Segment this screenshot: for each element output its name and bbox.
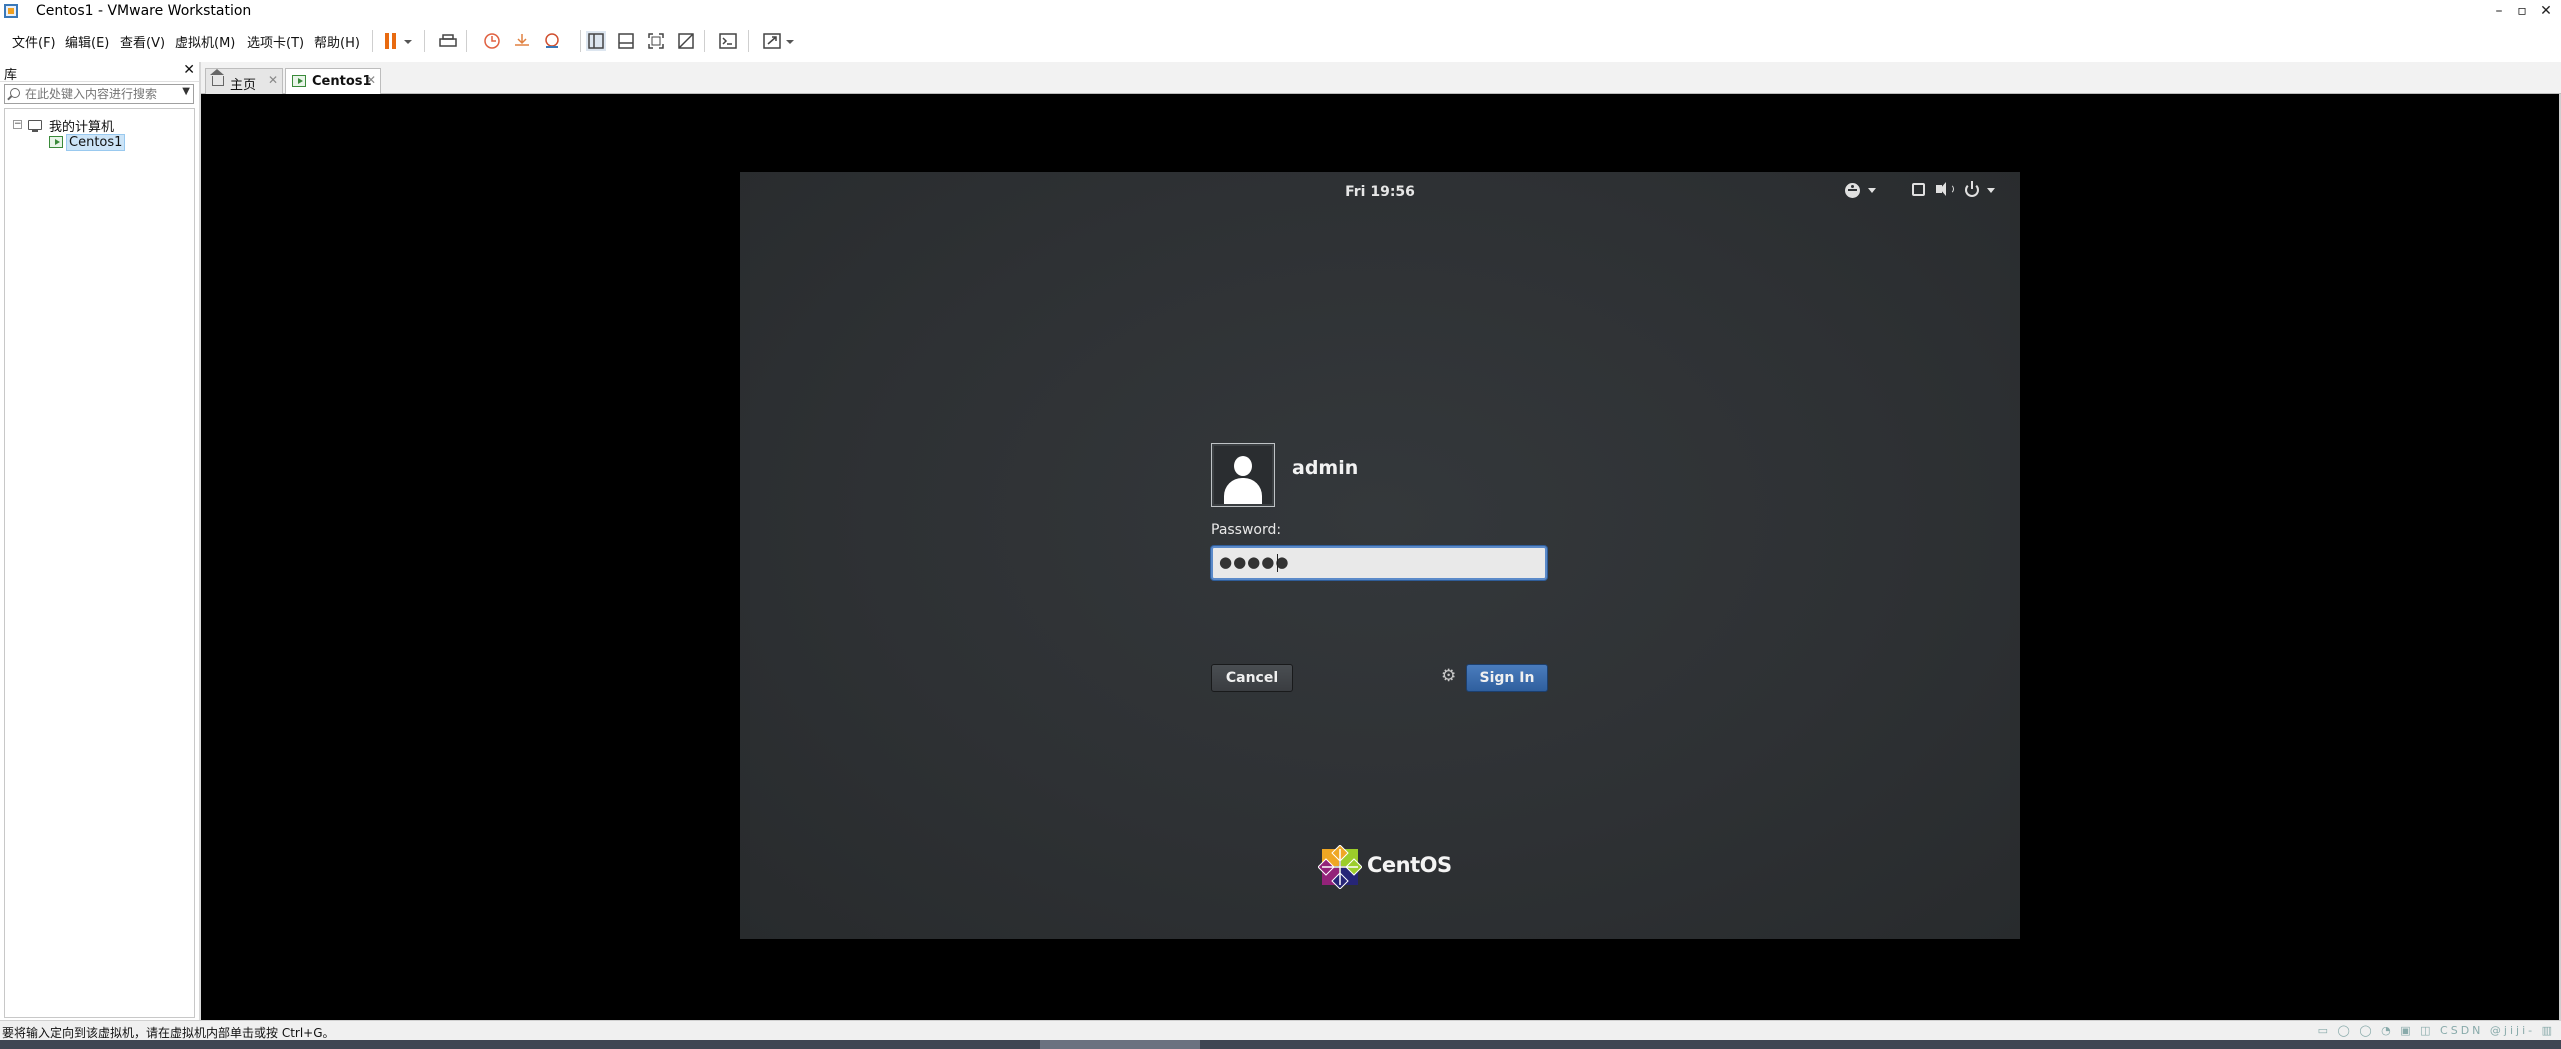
vmware-logo-icon: [4, 4, 18, 18]
taskbar-active-item[interactable]: [1040, 1040, 1200, 1049]
library-tree: − 我的计算机 Centos1: [4, 108, 195, 1018]
fullscreen-icon[interactable]: [646, 31, 666, 51]
avatar-frame: [1214, 446, 1272, 504]
send-ctrl-alt-del-icon[interactable]: [438, 31, 458, 51]
volume-icon[interactable]: [1936, 182, 1946, 196]
power-icon[interactable]: [1965, 181, 1979, 197]
window-title: Centos1 - VMware Workstation: [36, 3, 252, 19]
library-search-input[interactable]: [25, 86, 175, 102]
library-search[interactable]: ▼: [4, 84, 194, 104]
menu-edit[interactable]: 编辑(E): [65, 32, 109, 51]
tree-item-centos1[interactable]: Centos1: [65, 134, 126, 151]
tab-bar: 主页 ✕ Centos1 ✕: [201, 62, 2561, 95]
console-icon[interactable]: [718, 31, 738, 51]
watermark-text: CSDN @jiji-: [2440, 1024, 2536, 1037]
password-label: Password:: [1211, 522, 1282, 538]
snapshot-manager-icon[interactable]: [542, 31, 562, 51]
chevron-down-icon[interactable]: [1868, 188, 1876, 193]
login-username: admin: [1292, 457, 1359, 479]
cancel-button[interactable]: Cancel: [1211, 664, 1293, 692]
pause-icon[interactable]: [382, 31, 402, 51]
menu-toolbar: 文件(F) 编辑(E) 查看(V) 虚拟机(M) 选项卡(T) 帮助(H): [0, 22, 2561, 60]
library-title: 库: [4, 68, 18, 83]
toolbar-separator: [580, 30, 581, 52]
guest-clock[interactable]: Fri 19:56: [740, 184, 2020, 200]
toolbar-separator: [424, 30, 425, 52]
avatar-head: [1234, 456, 1252, 476]
snapshot-icon[interactable]: [482, 31, 502, 51]
password-field[interactable]: ●●●●●: [1211, 546, 1547, 580]
user-avatar: [1211, 443, 1275, 507]
toolbar-separator: [748, 30, 749, 52]
menu-help[interactable]: 帮助(H): [314, 32, 360, 51]
centos-login-screen[interactable]: Fri 19:56 admin Password: ●●●●● Cancel ⚙: [740, 172, 2020, 939]
accessibility-icon[interactable]: [1845, 183, 1860, 198]
toolbar-separator: [704, 30, 705, 52]
menu-tabs[interactable]: 选项卡(T): [247, 32, 304, 51]
centos-brand: CentOS: [1367, 853, 1452, 877]
status-message: 要将输入定向到该虚拟机，请在虚拟机内部单击或按 Ctrl+G。: [2, 1026, 335, 1040]
chevron-down-icon[interactable]: [1987, 188, 1995, 193]
tab-centos1-label: Centos1: [312, 74, 372, 89]
menu-file[interactable]: 文件(F): [12, 32, 56, 51]
status-bar: 要将输入定向到该虚拟机，请在虚拟机内部单击或按 Ctrl+G。 ▭ ◯ ◯ ◔ …: [0, 1020, 2561, 1040]
os-taskbar: [0, 1040, 2561, 1049]
home-icon: [210, 69, 224, 86]
computer-icon: [28, 120, 42, 132]
tree-collapse-toggle[interactable]: −: [13, 120, 22, 129]
pause-dropdown-icon[interactable]: [402, 31, 414, 51]
tab-centos1-close-icon[interactable]: ✕: [366, 73, 376, 87]
toolbar-separator: [372, 30, 373, 52]
unity-icon[interactable]: [676, 31, 696, 51]
menu-vm[interactable]: 虚拟机(M): [175, 32, 235, 51]
search-icon: [10, 88, 20, 98]
library-header: 库 ✕: [0, 62, 199, 83]
library-view-icon[interactable]: [586, 31, 606, 51]
text-caret: [1277, 554, 1278, 572]
tab-home-close-icon[interactable]: ✕: [268, 73, 278, 87]
revert-snapshot-icon[interactable]: [512, 31, 532, 51]
minimize-button[interactable]: –: [2488, 0, 2510, 22]
vm-icon: [292, 75, 306, 87]
gear-icon[interactable]: ⚙: [1441, 668, 1456, 685]
vm-console[interactable]: Fri 19:56 admin Password: ●●●●● Cancel ⚙: [201, 94, 2559, 1020]
library-close-button[interactable]: ✕: [183, 62, 195, 78]
toolbar-separator: [466, 30, 467, 52]
network-icon[interactable]: [1912, 183, 1925, 196]
tab-centos1[interactable]: Centos1 ✕: [285, 68, 381, 95]
avatar-body: [1224, 478, 1262, 504]
title-bar: Centos1 - VMware Workstation – ▫ ✕: [0, 0, 2561, 22]
tab-home-label: 主页: [230, 78, 257, 93]
status-device-icons[interactable]: ▭ ◯ ◯ ◔ ▣ ◫ CSDN @jiji- ▥: [2318, 1024, 2555, 1037]
tab-home[interactable]: 主页 ✕: [205, 68, 283, 94]
stretch-dropdown-icon[interactable]: [784, 31, 796, 51]
centos-logo-icon: [1317, 844, 1363, 890]
chevron-down-icon[interactable]: ▼: [182, 86, 190, 97]
sign-in-button[interactable]: Sign In: [1466, 664, 1548, 692]
stretch-icon[interactable]: [762, 31, 782, 51]
thumbnail-view-icon[interactable]: [616, 31, 636, 51]
restore-button[interactable]: ▫: [2511, 0, 2533, 22]
password-value: ●●●●●: [1219, 553, 1290, 571]
vm-icon: [49, 136, 63, 148]
vmware-window: Centos1 - VMware Workstation – ▫ ✕ 文件(F)…: [0, 0, 2561, 1049]
close-window-button[interactable]: ✕: [2535, 0, 2557, 22]
menu-view[interactable]: 查看(V): [120, 32, 165, 51]
tree-item-my-computer[interactable]: 我的计算机: [49, 116, 114, 135]
